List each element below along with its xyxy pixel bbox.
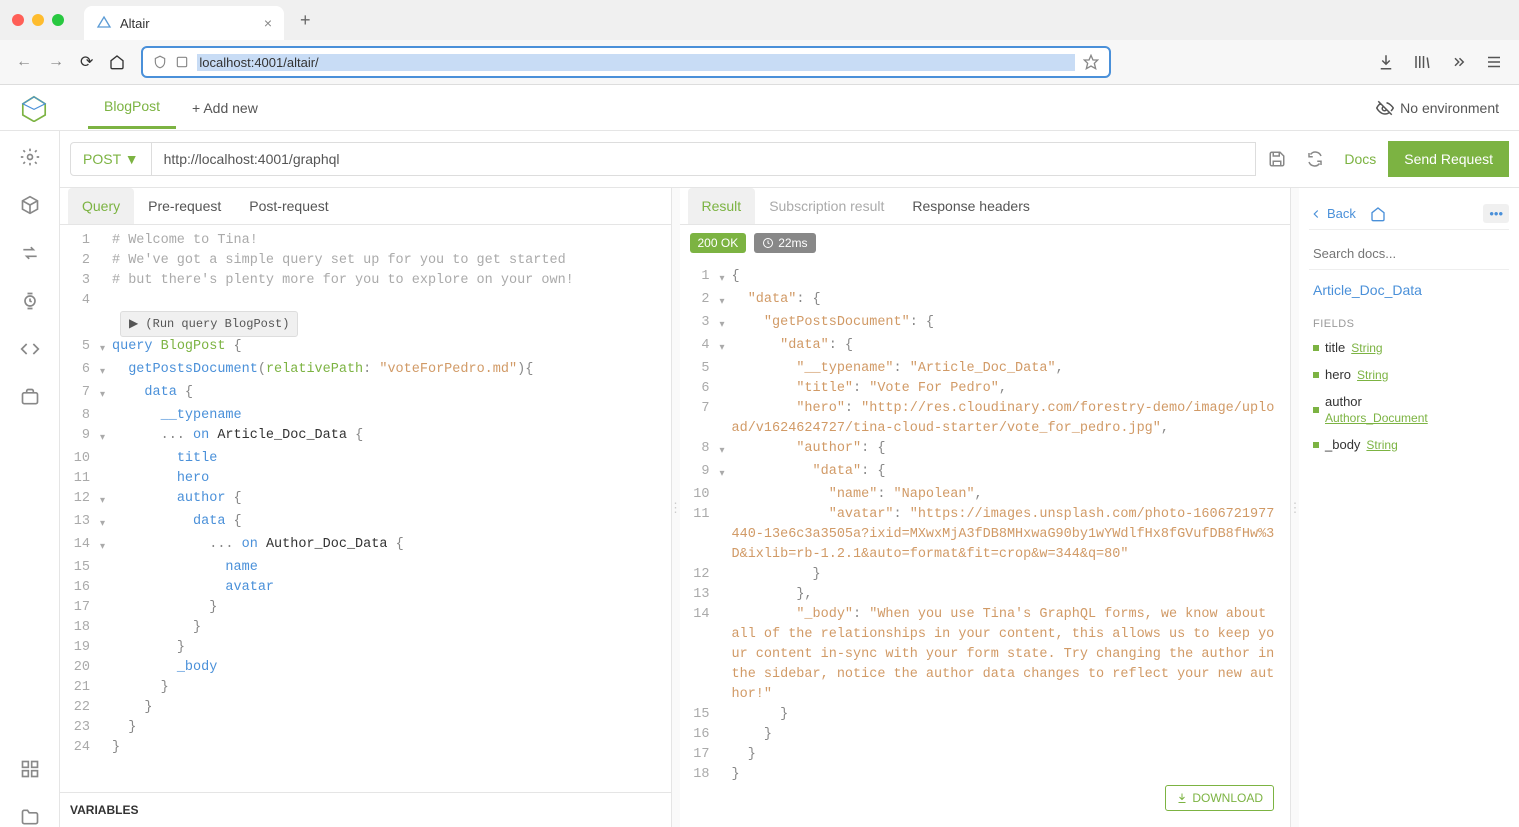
browser-chrome: Altair × + ← → ⟳ localhost:4001/altair/ [0, 0, 1519, 85]
add-tab-button[interactable]: + Add new [176, 88, 274, 128]
endpoint-input[interactable] [152, 142, 1257, 176]
tab-subscription[interactable]: Subscription result [755, 188, 898, 224]
left-rail [0, 131, 60, 827]
save-icon[interactable] [1268, 150, 1286, 168]
reload-schema-icon[interactable] [1306, 150, 1324, 168]
altair-logo [20, 94, 48, 122]
close-window-button[interactable] [12, 14, 24, 26]
tab-query[interactable]: Query [68, 188, 134, 224]
status-row: 200 OK 22ms [680, 225, 1291, 261]
docs-home-button[interactable] [1370, 206, 1386, 222]
run-query-button[interactable]: ▶ (Run query BlogPost) [120, 311, 298, 337]
tab-title: Altair [120, 16, 150, 31]
home-icon [1370, 206, 1386, 222]
app-header: BlogPost + Add new No environment [0, 85, 1519, 131]
status-badge: 200 OK [690, 233, 747, 253]
docs-type-name[interactable]: Article_Doc_Data [1309, 270, 1509, 310]
sync-icon[interactable] [20, 243, 40, 263]
docs-header: Back ••• [1309, 198, 1509, 230]
downloads-icon[interactable] [1377, 53, 1395, 71]
toolbar-right [1377, 53, 1503, 71]
bookmark-star-icon[interactable] [1083, 54, 1099, 70]
overflow-icon[interactable] [1449, 53, 1467, 71]
docs-more-button[interactable]: ••• [1483, 204, 1509, 223]
app-tab-blogpost[interactable]: BlogPost [88, 86, 176, 129]
result-viewer[interactable]: 1▾{ 2▾ "data": { 3▾ "getPostsDocument": … [680, 261, 1291, 827]
download-button[interactable]: DOWNLOAD [1165, 785, 1274, 811]
field-item[interactable]: _bodyString [1309, 431, 1509, 458]
window-controls [12, 14, 64, 26]
activity-icon[interactable] [20, 147, 40, 167]
panel-resize-handle-2[interactable]: ⋮ [1291, 188, 1299, 827]
query-editor[interactable]: 1# Welcome to Tina! 2# We've got a simpl… [60, 225, 671, 792]
docs-search-input[interactable] [1309, 238, 1509, 270]
tab-result[interactable]: Result [688, 188, 756, 224]
docs-back-button[interactable]: Back [1309, 206, 1356, 221]
forward-button[interactable]: → [48, 53, 64, 71]
time-badge: 22ms [754, 233, 815, 253]
main-container: POST ▼ Docs Send Request Query Pre-reque… [0, 131, 1519, 827]
cube-icon[interactable] [20, 195, 40, 215]
browser-toolbar: ← → ⟳ localhost:4001/altair/ [0, 40, 1519, 84]
request-url-row: POST ▼ Docs Send Request [60, 131, 1519, 188]
close-tab-icon[interactable]: × [264, 15, 272, 31]
variables-section-header[interactable]: VARIABLES [60, 792, 671, 827]
browser-tab[interactable]: Altair × [84, 6, 284, 40]
back-button[interactable]: ← [16, 53, 32, 71]
environment-label: No environment [1400, 100, 1499, 116]
content-area: POST ▼ Docs Send Request Query Pre-reque… [60, 131, 1519, 827]
clock-icon [762, 237, 774, 249]
tab-post-request[interactable]: Post-request [235, 188, 342, 224]
panels: Query Pre-request Post-request 1# Welcom… [60, 188, 1519, 827]
briefcase-icon[interactable] [20, 387, 40, 407]
address-bar[interactable]: localhost:4001/altair/ [141, 46, 1111, 78]
download-icon [1176, 792, 1188, 804]
query-tabs: Query Pre-request Post-request [60, 188, 671, 225]
panel-resize-handle[interactable]: ⋮ [672, 188, 680, 827]
result-panel: Result Subscription result Response head… [680, 188, 1292, 827]
home-button[interactable] [109, 54, 125, 70]
method-select[interactable]: POST ▼ [70, 142, 152, 176]
shield-icon [153, 55, 167, 69]
titlebar: Altair × + [0, 0, 1519, 40]
code-line: # Welcome to Tina! [112, 231, 671, 251]
field-item[interactable]: heroString [1309, 361, 1509, 388]
folder-icon[interactable] [20, 807, 40, 827]
field-item[interactable]: titleString [1309, 334, 1509, 361]
tab-pre-request[interactable]: Pre-request [134, 188, 235, 224]
info-icon [175, 55, 189, 69]
docs-panel: Back ••• Article_Doc_Data FIELDS titleSt… [1299, 188, 1519, 827]
new-tab-button[interactable]: + [292, 6, 319, 35]
code-line: # We've got a simple query set up for yo… [112, 251, 671, 271]
library-icon[interactable] [1413, 53, 1431, 71]
grid-icon[interactable] [20, 759, 40, 779]
send-request-button[interactable]: Send Request [1388, 141, 1509, 177]
fields-label: FIELDS [1309, 310, 1509, 334]
tab-response-headers[interactable]: Response headers [898, 188, 1044, 224]
eye-off-icon [1376, 99, 1394, 117]
arrow-left-icon [1309, 207, 1323, 221]
code-icon[interactable] [20, 339, 40, 359]
code-line: # but there's plenty more for you to exp… [112, 271, 671, 291]
field-item[interactable]: authorAuthors_Document [1309, 388, 1509, 431]
watch-icon[interactable] [20, 291, 40, 311]
environment-selector[interactable]: No environment [1376, 99, 1499, 117]
minimize-window-button[interactable] [32, 14, 44, 26]
maximize-window-button[interactable] [52, 14, 64, 26]
docs-toggle[interactable]: Docs [1344, 151, 1376, 167]
reload-button[interactable]: ⟳ [80, 52, 93, 72]
url-text: localhost:4001/altair/ [197, 54, 1075, 71]
query-panel: Query Pre-request Post-request 1# Welcom… [60, 188, 672, 827]
hamburger-menu-icon[interactable] [1485, 53, 1503, 71]
altair-favicon [96, 15, 112, 31]
result-tabs: Result Subscription result Response head… [680, 188, 1291, 225]
